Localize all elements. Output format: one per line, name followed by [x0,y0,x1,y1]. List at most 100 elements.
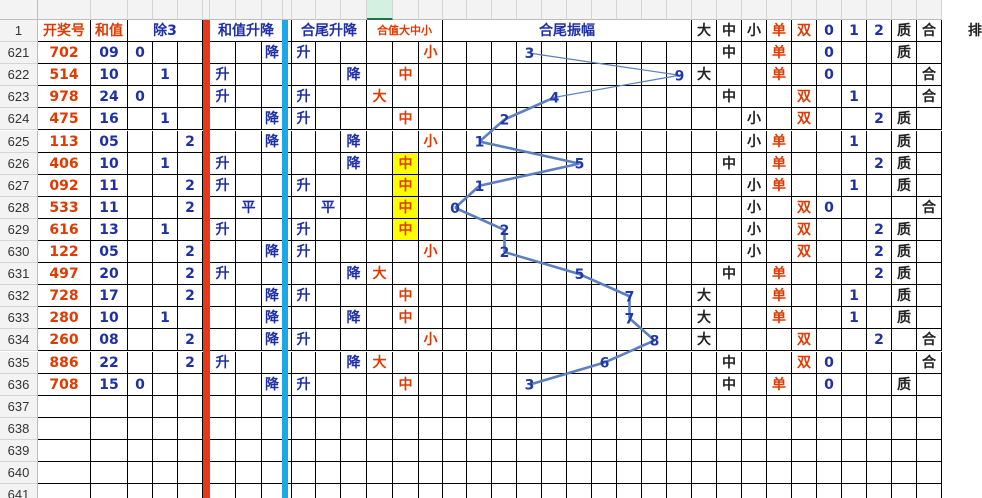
header-hezhi[interactable]: 和值 [91,20,128,43]
hezhi-dzx-cell[interactable]: 小 [419,241,443,264]
empty-cell[interactable] [892,439,917,462]
amplitude-cell[interactable] [617,42,642,65]
empty-cell[interactable] [617,395,642,418]
empty-cell[interactable] [792,484,817,498]
chu3-cell[interactable] [153,373,178,396]
empty-cell[interactable] [717,417,742,440]
chu3-cell[interactable] [178,108,203,131]
xiao-cell[interactable] [742,351,767,374]
remainder-0-cell[interactable] [817,86,842,109]
amplitude-cell[interactable] [567,285,592,308]
hewei-shengjiang-cell[interactable] [316,174,341,197]
hezhi-shengjiang-cell[interactable] [236,218,262,241]
xiao-cell[interactable] [742,42,767,65]
shuang-cell[interactable]: 双 [792,108,817,131]
xiao-cell[interactable] [742,373,767,396]
hezhi-shengjiang-cell[interactable]: 降 [262,329,283,352]
hezhi-shengjiang-cell[interactable] [236,174,262,197]
empty-cell[interactable] [717,462,742,485]
remainder-1-cell[interactable] [842,152,867,175]
remainder-1-cell[interactable] [842,351,867,374]
empty-cell[interactable] [767,484,792,498]
da-cell[interactable] [692,152,717,175]
empty-cell[interactable] [742,395,767,418]
hewei-shengjiang-cell[interactable] [341,108,367,131]
amplitude-cell[interactable] [443,329,467,352]
amplitude-cell[interactable] [443,130,467,153]
empty-cell[interactable] [917,462,942,485]
hewei-shengjiang-cell[interactable] [341,42,367,65]
amplitude-cell[interactable] [667,285,692,308]
empty-cell[interactable] [292,395,316,418]
chu3-cell[interactable] [128,285,153,308]
header-he[interactable]: 合 [917,20,942,43]
remainder-0-cell[interactable] [817,241,842,264]
remainder-2-cell[interactable] [867,351,892,374]
hezhi-shengjiang-cell[interactable] [262,152,283,175]
empty-cell[interactable] [517,439,542,462]
he-cell[interactable]: 合 [917,351,942,374]
remainder-1-cell[interactable] [842,241,867,264]
empty-cell[interactable] [236,395,262,418]
remainder-2-cell[interactable]: 2 [867,152,892,175]
amplitude-cell[interactable] [667,218,692,241]
remainder-2-cell[interactable]: 2 [867,108,892,131]
hezhi-shengjiang-cell[interactable] [210,196,236,219]
hezhi-dzx-cell[interactable] [367,218,393,241]
xiao-cell[interactable] [742,263,767,286]
zhi-cell[interactable]: 质 [892,42,917,65]
empty-cell[interactable] [642,439,667,462]
empty-cell[interactable] [767,395,792,418]
hezhi-shengjiang-cell[interactable]: 升 [210,152,236,175]
hezhi-dzx-cell[interactable]: 中 [393,285,419,308]
amplitude-cell[interactable] [592,373,617,396]
empty-cell[interactable] [817,439,842,462]
amplitude-cell[interactable] [617,329,642,352]
empty-cell[interactable] [262,417,283,440]
empty-cell[interactable] [443,484,467,498]
amplitude-cell[interactable] [443,285,467,308]
chu3-cell[interactable] [178,307,203,330]
amplitude-cell[interactable] [617,86,642,109]
da-cell[interactable] [692,263,717,286]
hewei-shengjiang-cell[interactable]: 升 [292,42,316,65]
shuang-cell[interactable]: 双 [792,196,817,219]
hezhi-dzx-cell[interactable] [419,307,443,330]
chu3-cell[interactable] [128,108,153,131]
chu3-cell[interactable]: 0 [128,373,153,396]
amplitude-cell[interactable] [492,174,517,197]
empty-cell[interactable] [667,462,692,485]
da-cell[interactable] [692,86,717,109]
remainder-0-cell[interactable] [817,329,842,352]
kaijianghao-cell[interactable]: 728 [38,285,91,308]
select-all-corner[interactable] [0,0,38,20]
column-header-r[interactable] [467,0,492,20]
column-header-l[interactable] [316,0,341,20]
amplitude-cell[interactable] [467,196,492,219]
empty-cell[interactable] [467,484,492,498]
amplitude-cell[interactable] [617,174,642,197]
column-header-m[interactable] [341,0,367,20]
da-cell[interactable] [692,218,717,241]
chu3-cell[interactable] [128,130,153,153]
amplitude-cell[interactable] [642,373,667,396]
hewei-shengjiang-cell[interactable]: 升 [292,108,316,131]
amplitude-cell[interactable] [492,307,517,330]
column-header-aj[interactable] [917,0,942,20]
empty-cell[interactable] [692,439,717,462]
amplitude-cell[interactable] [667,307,692,330]
chu3-cell[interactable]: 1 [153,64,178,87]
empty-cell[interactable] [817,395,842,418]
amplitude-cell[interactable] [617,108,642,131]
header-da[interactable]: 大 [692,20,717,43]
hezhi-shengjiang-cell[interactable]: 升 [210,351,236,374]
row-header[interactable]: 635 [0,351,38,374]
empty-cell[interactable] [178,439,203,462]
zhi-cell[interactable] [892,86,917,109]
hewei-shengjiang-cell[interactable]: 降 [341,351,367,374]
empty-cell[interactable] [91,417,128,440]
empty-cell[interactable] [262,462,283,485]
column-header-ah[interactable] [867,0,892,20]
xiao-cell[interactable] [742,152,767,175]
empty-cell[interactable] [367,439,393,462]
